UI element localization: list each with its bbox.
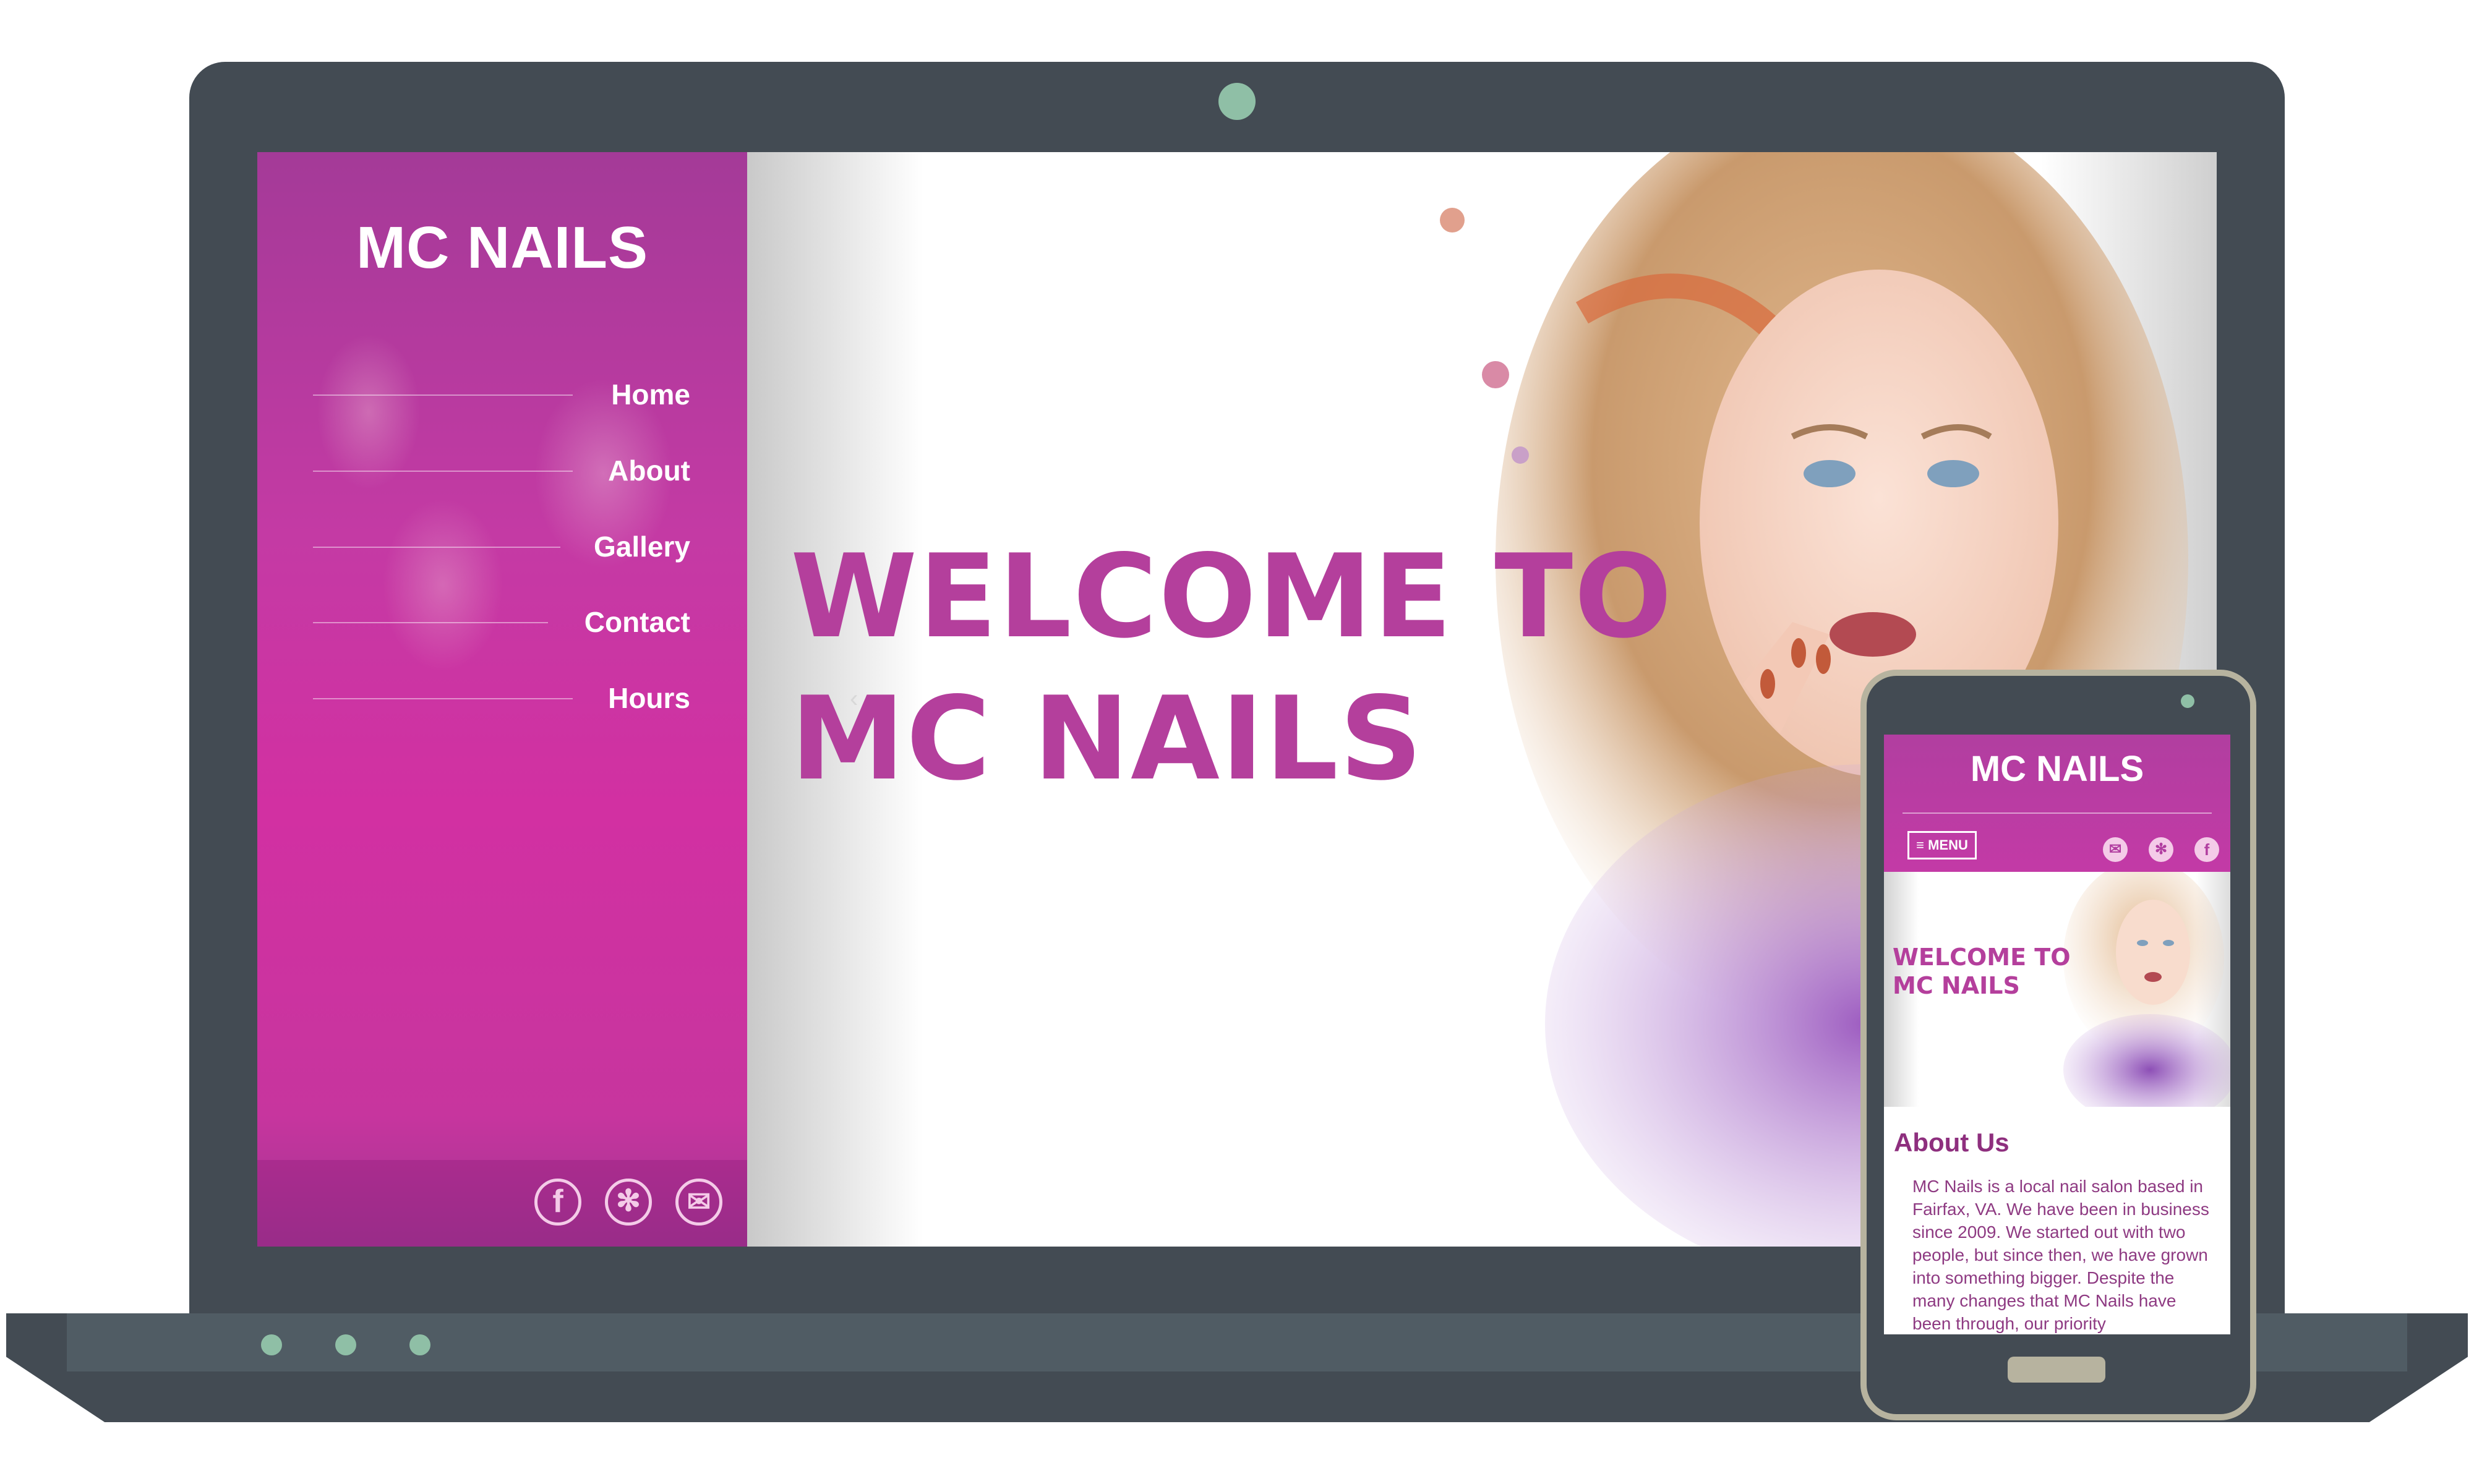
- hero-title-line2: MC NAILS: [790, 672, 1424, 806]
- nav-divider: [313, 547, 560, 548]
- nav-divider: [313, 394, 573, 396]
- mobile-section-title: About Us: [1894, 1128, 2010, 1157]
- email-icon[interactable]: ✉: [2103, 837, 2128, 862]
- nav-contact[interactable]: Contact: [313, 590, 690, 654]
- social-bar: [257, 1160, 747, 1247]
- sidebar: MC NAILS Home About Gallery Contact Hour…: [257, 152, 747, 1247]
- mobile-hero-model-image: [2063, 872, 2230, 1107]
- mobile-hero-title-line1: WELCOME TO: [1893, 944, 2071, 971]
- mobile-header: MC NAILS ≡ MENU ✉ ✻ f: [1884, 735, 2230, 872]
- nav-gallery-label: Gallery: [594, 531, 690, 563]
- nav-home-label: Home: [611, 378, 690, 411]
- nav-divider: [313, 622, 548, 623]
- nav-hours-label: Hours: [608, 682, 690, 714]
- phone-screen: MC NAILS ≡ MENU ✉ ✻ f WELCOME TO MC NAIL…: [1884, 735, 2230, 1334]
- hero-title-line1: WELCOME TO: [790, 529, 1674, 663]
- nav-about[interactable]: About: [313, 438, 690, 503]
- laptop-camera: [1218, 83, 1256, 120]
- mobile-hero-title-line2: MC NAILS: [1893, 972, 2020, 999]
- site-logo[interactable]: MC NAILS: [257, 214, 747, 282]
- nav-contact-label: Contact: [584, 606, 690, 638]
- status-light: [409, 1334, 430, 1355]
- yelp-icon[interactable]: ✻: [605, 1179, 652, 1226]
- facebook-icon[interactable]: f: [534, 1179, 581, 1226]
- slider-prev-arrow-icon[interactable]: ‹: [850, 685, 858, 713]
- email-icon[interactable]: ✉: [675, 1179, 722, 1226]
- mobile-header-divider: [1903, 812, 2212, 814]
- status-light: [261, 1334, 282, 1355]
- nav-divider: [313, 471, 573, 472]
- nav-home[interactable]: Home: [313, 362, 690, 427]
- phone-camera: [2181, 694, 2194, 708]
- mobile-about-paragraph: MC Nails is a local nail salon based in …: [1912, 1177, 2209, 1333]
- nav-divider: [313, 698, 573, 699]
- mobile-site-logo[interactable]: MC NAILS: [1884, 748, 2230, 790]
- nav-gallery[interactable]: Gallery: [313, 514, 690, 579]
- nav-about-label: About: [608, 454, 690, 487]
- nav-hours[interactable]: Hours: [313, 666, 690, 730]
- facebook-icon[interactable]: f: [2194, 837, 2219, 862]
- yelp-icon[interactable]: ✻: [2149, 837, 2173, 862]
- phone-home-button[interactable]: [2008, 1357, 2105, 1383]
- mobile-menu-button[interactable]: ≡ MENU: [1907, 831, 1977, 859]
- status-light: [335, 1334, 356, 1355]
- mobile-hero: WELCOME TO MC NAILS: [1884, 872, 2230, 1107]
